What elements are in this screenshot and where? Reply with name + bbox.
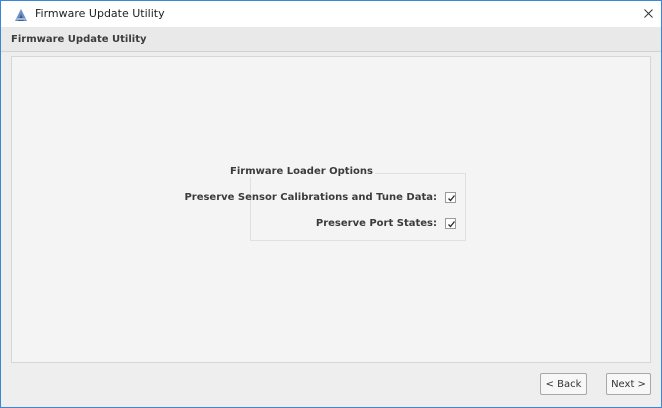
close-button[interactable] [635, 1, 661, 27]
preserve-port-states-row: Preserve Port States: [316, 216, 456, 230]
content-panel: Firmware Loader Options Preserve Sensor … [11, 56, 651, 363]
preserve-calibrations-checkbox[interactable] [445, 191, 456, 203]
app-icon [14, 7, 28, 21]
checkmark-icon [448, 194, 456, 201]
preserve-port-states-checkbox[interactable] [445, 217, 456, 229]
page-header: Firmware Update Utility [1, 27, 661, 52]
close-icon [644, 9, 653, 18]
options-frame [250, 173, 466, 241]
page-title: Firmware Update Utility [11, 34, 147, 45]
preserve-calibrations-row: Preserve Sensor Calibrations and Tune Da… [184, 190, 456, 204]
preserve-port-states-label: Preserve Port States: [315, 217, 437, 229]
firmware-loader-options-group: Firmware Loader Options Preserve Sensor … [184, 166, 468, 242]
window-title: Firmware Update Utility [35, 7, 165, 20]
window-titlebar: Firmware Update Utility [1, 1, 661, 27]
checkmark-icon [448, 220, 456, 227]
next-button[interactable]: Next > [606, 373, 651, 395]
preserve-calibrations-label: Preserve Sensor Calibrations and Tune Da… [184, 191, 437, 203]
back-button[interactable]: < Back [540, 373, 587, 395]
options-group-title: Firmware Loader Options [228, 166, 375, 177]
